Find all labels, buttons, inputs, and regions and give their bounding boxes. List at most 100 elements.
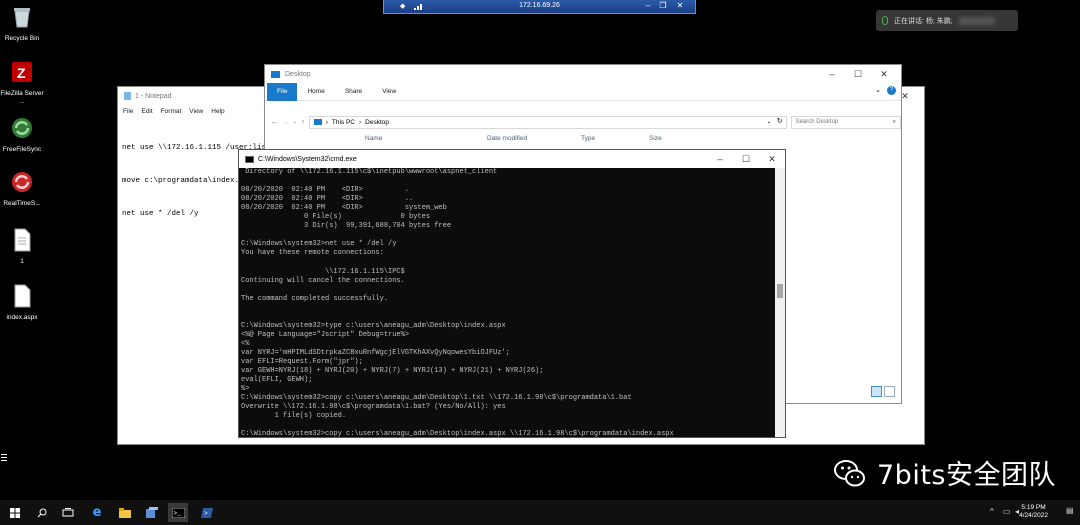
recycle-bin-icon (14, 8, 30, 28)
column-type[interactable]: Type (581, 135, 595, 142)
console-line: C:\Windows\system32>copy c:\users\aneagu… (241, 394, 632, 403)
console-output[interactable]: Directory of \\172.16.1.115\c$\inetpub\w… (239, 168, 775, 437)
column-date-modified[interactable]: Date modified (487, 135, 527, 142)
breadcrumb-this-pc[interactable]: This PC (332, 119, 355, 126)
console-line: %> (241, 385, 250, 394)
rdp-close-button[interactable]: ✕ (674, 1, 686, 10)
console-line: 3 Dir(s) 99,391,688,704 bytes free (241, 222, 452, 231)
address-bar[interactable]: › This PC › Desktop ⌄ ↻ (308, 115, 787, 129)
console-line: 08/20/2020 02:40 PM <DIR> system_web (241, 204, 447, 213)
menu-edit[interactable]: Edit (141, 108, 152, 115)
folder-icon (271, 70, 280, 78)
start-icon[interactable] (5, 503, 25, 522)
console-line: \\172.16.1.115\IPC$ (241, 267, 405, 276)
edge-icon[interactable]: e (87, 503, 107, 522)
column-name[interactable]: Name (365, 135, 382, 142)
taskbar: e >_ > ^ ▭ ◂ 5:19 PM 4/24/2022 ▤ (0, 500, 1080, 525)
close-icon[interactable]: ✕ (759, 150, 785, 168)
minimize-icon[interactable]: – (819, 65, 845, 83)
ribbon-expand-icon[interactable]: ⌄ (875, 86, 881, 94)
address-dropdown-icon[interactable]: ⌄ (767, 118, 772, 125)
cmd-window[interactable]: C:\Windows\System32\cmd.exe – ☐ ✕ Direct… (238, 149, 786, 438)
file-explorer-icon[interactable] (115, 503, 135, 522)
desktop-icon-text-file[interactable]: 1 (0, 228, 44, 266)
desktop-icon-recycle-bin[interactable]: Recycle Bin (0, 5, 44, 43)
desktop-icon-freefilesync[interactable]: FreeFileSync (0, 116, 44, 154)
scrollbar-thumb[interactable] (777, 284, 783, 298)
rdp-connection-bar[interactable]: ◆ 172.16.69.26 – ❐ ✕ (383, 0, 696, 14)
explorer-titlebar[interactable]: Desktop – ☐ ✕ (265, 65, 901, 83)
network-icon[interactable]: ▭ (1003, 507, 1011, 516)
console-line: <% (241, 339, 250, 348)
column-size[interactable]: Size (649, 135, 662, 142)
help-icon[interactable]: ? (887, 86, 896, 95)
desktop-icon-label: index.aspx (6, 314, 38, 321)
close-icon[interactable]: ✕ (871, 65, 897, 83)
cmd-icon[interactable]: >_ (168, 503, 188, 522)
rdp-restore-button[interactable]: ❐ (657, 1, 669, 10)
menu-lines-icon (1, 454, 7, 463)
clock-time: 5:19 PM (1021, 504, 1046, 511)
search-icon[interactable] (32, 503, 52, 522)
console-line: You have these remote connections: (241, 249, 384, 258)
watermark-text: 7bits安全团队 (877, 460, 1056, 491)
tab-view[interactable]: View (372, 83, 406, 101)
desktop-icon-label: RealTimeS... (3, 200, 41, 207)
notification-chevron-icon[interactable]: ^ (990, 507, 994, 516)
tab-file[interactable]: File (267, 82, 298, 101)
server-manager-icon[interactable] (142, 503, 162, 522)
taskbar-clock[interactable]: 5:19 PM 4/24/2022 (1019, 504, 1048, 520)
desktop-icon-filezilla[interactable]: Z FileZilla Server ... (0, 60, 44, 106)
console-line: 08/20/2020 02:40 PM <DIR> .. (241, 195, 414, 204)
rdp-minimize-button[interactable]: – (642, 1, 654, 10)
menu-help[interactable]: Help (211, 108, 224, 115)
task-view-icon[interactable] (58, 503, 78, 522)
desktop-icon-index-aspx[interactable]: index.aspx (0, 284, 44, 322)
this-pc-icon (313, 119, 322, 125)
recent-locations-icon[interactable]: ⌄ (293, 119, 297, 125)
console-line: Continuing will cancel the connections. (241, 276, 405, 285)
column-headers: Name Date modified Type Size (265, 133, 901, 145)
desktop-icon-label: FileZilla Server ... (0, 90, 44, 105)
details-view-icon[interactable] (871, 386, 882, 397)
window-title: C:\Windows\System32\cmd.exe (258, 155, 357, 163)
cmd-titlebar[interactable]: C:\Windows\System32\cmd.exe – ☐ ✕ (239, 150, 785, 168)
vertical-scrollbar[interactable] (775, 168, 785, 437)
console-line: 08/20/2020 02:40 PM <DIR> . (241, 186, 410, 195)
svg-text:Z: Z (17, 65, 26, 81)
console-line: C:\Windows\system32>copy c:\users\aneagu… (241, 430, 775, 437)
console-line: 0 File(s) 0 bytes (241, 213, 431, 222)
minimize-icon[interactable]: – (707, 150, 733, 168)
desktop-icon-realtimesync[interactable]: RealTimeS... (0, 170, 44, 208)
maximize-icon[interactable]: ☐ (733, 150, 759, 168)
breadcrumb-desktop[interactable]: Desktop (365, 119, 389, 126)
wechat-icon (834, 459, 865, 486)
search-input[interactable]: Search Desktop ⌕ (790, 115, 901, 129)
powershell-icon[interactable]: > (197, 503, 217, 522)
tab-share[interactable]: Share (335, 83, 372, 101)
maximize-icon[interactable]: ☐ (845, 65, 871, 83)
breadcrumb-separator: › (325, 118, 328, 126)
tab-home[interactable]: Home (297, 83, 334, 101)
back-arrow-icon[interactable]: ← (271, 119, 278, 126)
realtimesync-icon (12, 172, 32, 192)
console-line: <%@ Page Language="Jscript" Debug=true%> (241, 330, 410, 339)
microphone-icon (882, 16, 888, 25)
freefilesync-icon (12, 118, 32, 138)
forward-arrow-icon[interactable]: → (282, 119, 289, 126)
menu-view[interactable]: View (189, 108, 203, 115)
action-center-icon[interactable]: ▤ (1066, 506, 1074, 515)
svg-text:>_: >_ (173, 510, 181, 517)
large-icons-view-icon[interactable] (884, 386, 895, 397)
window-title: Desktop (285, 70, 311, 78)
console-line: The command completed successfully. (241, 294, 389, 303)
up-arrow-icon[interactable]: ↑ (301, 119, 305, 126)
refresh-icon[interactable]: ↻ (777, 117, 783, 125)
menu-file[interactable]: File (123, 108, 133, 115)
menu-format[interactable]: Format (161, 108, 182, 115)
console-line: 1 file(s) copied. (241, 412, 347, 421)
